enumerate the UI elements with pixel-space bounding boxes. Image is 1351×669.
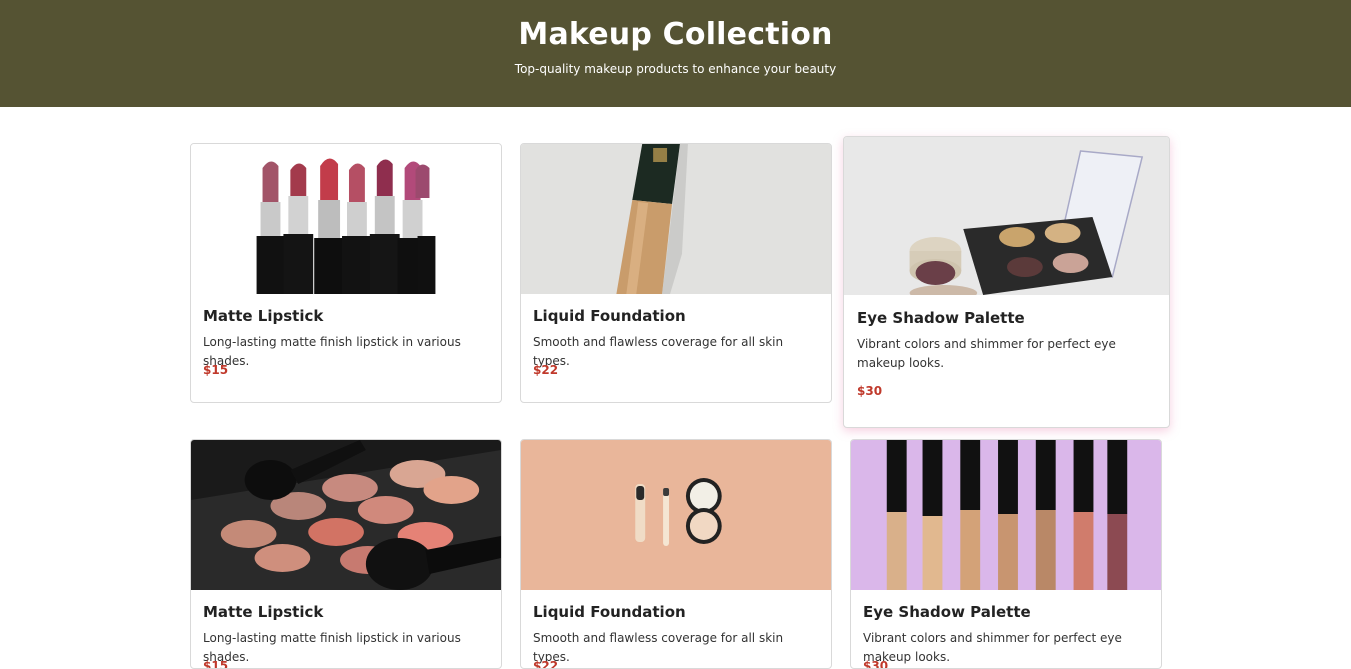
product-card[interactable]: Liquid Foundation Smooth and flawless co… <box>520 143 832 403</box>
page-subtitle: Top-quality makeup products to enhance y… <box>514 62 837 76</box>
product-card[interactable]: Eye Shadow Palette Vibrant colors and sh… <box>843 136 1170 428</box>
product-name: Liquid Foundation <box>533 307 686 325</box>
product-description: Vibrant colors and shimmer for perfect e… <box>863 631 1122 664</box>
product-price: $15 <box>203 363 229 377</box>
product-image <box>851 440 1161 590</box>
product-description: Vibrant colors and shimmer for perfect e… <box>857 337 1116 370</box>
product-image <box>521 440 831 590</box>
product-description: Smooth and flawless coverage for all ski… <box>533 631 784 664</box>
product-description: Long-lasting matte finish lipstick in va… <box>203 631 461 664</box>
product-image <box>844 137 1169 295</box>
product-card[interactable]: Matte Lipstick Long-lasting matte finish… <box>190 439 502 669</box>
product-price: $30 <box>863 659 889 669</box>
product-name: Liquid Foundation <box>533 603 686 621</box>
product-description: Smooth and flawless coverage for all ski… <box>533 335 784 368</box>
product-image <box>521 144 831 294</box>
product-card[interactable]: Eye Shadow Palette Vibrant colors and sh… <box>850 439 1162 669</box>
product-price: $22 <box>533 363 559 377</box>
product-description: Long-lasting matte finish lipstick in va… <box>203 335 461 368</box>
product-image <box>191 440 501 590</box>
product-price: $15 <box>203 659 229 669</box>
product-name: Eye Shadow Palette <box>863 603 1031 621</box>
product-card[interactable]: Liquid Foundation Smooth and flawless co… <box>520 439 832 669</box>
product-image <box>191 144 501 294</box>
product-card[interactable]: Matte Lipstick Long-lasting matte finish… <box>190 143 502 403</box>
page-header: Makeup Collection Top-quality makeup pro… <box>0 0 1351 107</box>
product-name: Matte Lipstick <box>203 307 324 325</box>
product-name: Eye Shadow Palette <box>857 309 1025 327</box>
product-price: $22 <box>533 659 559 669</box>
page-title: Makeup Collection <box>518 17 833 52</box>
product-name: Matte Lipstick <box>203 603 324 621</box>
product-price: $30 <box>857 384 883 398</box>
